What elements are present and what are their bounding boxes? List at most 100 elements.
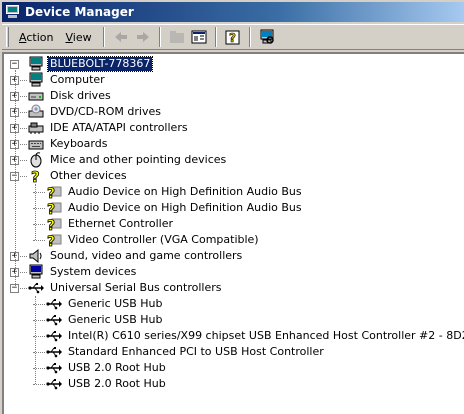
tree-item-label: Universal Serial Bus controllers xyxy=(50,281,222,294)
tree-item-label: System devices xyxy=(50,265,137,278)
tree-device[interactable]: USB 2.0 Root Hub xyxy=(46,376,168,392)
collapse-toggle[interactable]: − xyxy=(10,60,19,69)
computer-icon xyxy=(28,72,44,88)
svg-text:?: ? xyxy=(31,168,40,184)
tree-item-label: USB 2.0 Root Hub xyxy=(68,377,166,390)
svg-text:?: ? xyxy=(47,202,55,216)
tree-item-label: BLUEBOLT-778367 xyxy=(46,56,154,72)
tree-connector xyxy=(35,296,36,384)
computer-icon xyxy=(28,56,44,72)
tree-category[interactable]: IDE ATA/ATAPI controllers xyxy=(28,120,190,136)
svg-text:?: ? xyxy=(47,186,55,200)
window-title: Device Manager xyxy=(25,5,134,19)
tree-device[interactable]: ? Audio Device on High Definition Audio B… xyxy=(46,184,304,202)
tree-item-label: Computer xyxy=(50,73,105,86)
ide-controller-icon xyxy=(28,120,44,136)
usb-icon xyxy=(46,328,62,344)
device-tree-panel: − BLUEBOLT-778367 + Computer + Disk drives + DV… xyxy=(2,52,464,414)
tree-category[interactable]: Sound, video and game controllers xyxy=(28,248,244,264)
tree-item-label: Other devices xyxy=(50,169,127,182)
usb-icon xyxy=(46,296,62,312)
disk-drive-icon xyxy=(28,88,44,104)
cdrom-icon xyxy=(28,104,44,120)
toolbar-grip[interactable] xyxy=(6,27,9,47)
usb-icon xyxy=(46,376,62,392)
tree-item-label: Standard Enhanced PCI to USB Host Contro… xyxy=(68,345,324,358)
toolbar-separator xyxy=(214,27,217,47)
tree-category[interactable]: Disk drives xyxy=(28,88,113,104)
forward-button[interactable] xyxy=(132,27,154,47)
unknown-device-icon: ? xyxy=(46,232,62,250)
up-icon xyxy=(169,31,184,43)
tree-device[interactable]: Intel(R) C610 series/X99 chipset USB Enh… xyxy=(46,328,464,344)
menu-action[interactable]: Action xyxy=(13,29,59,46)
title-bar[interactable]: Device Manager xyxy=(2,2,464,22)
tree-item-label: Generic USB Hub xyxy=(68,297,163,310)
system-device-icon xyxy=(28,264,44,280)
tree-item-label: Sound, video and game controllers xyxy=(50,249,243,262)
tree-category[interactable]: Mice and other pointing devices xyxy=(28,152,228,168)
scan-hardware-icon xyxy=(260,29,274,44)
forward-icon xyxy=(136,32,149,42)
tree-item-label: Audio Device on High Definition Audio Bu… xyxy=(68,185,302,198)
tree-item-label: Generic USB Hub xyxy=(68,313,163,326)
up-button[interactable] xyxy=(166,27,188,47)
tree-category[interactable]: System devices xyxy=(28,264,138,280)
svg-text:?: ? xyxy=(47,234,55,248)
toolbar-separator xyxy=(158,27,161,47)
tree-category[interactable]: Computer xyxy=(28,72,107,88)
tree-item-label: IDE ATA/ATAPI controllers xyxy=(50,121,188,134)
tree-device[interactable]: Generic USB Hub xyxy=(46,296,164,312)
tree-category[interactable]: Universal Serial Bus controllers xyxy=(28,280,223,296)
usb-icon xyxy=(46,344,62,360)
menu-view[interactable]: View xyxy=(59,29,97,46)
tree-category[interactable]: Keyboards xyxy=(28,136,109,152)
tree-connector xyxy=(33,240,45,241)
back-button[interactable] xyxy=(110,27,132,47)
properties-icon xyxy=(191,30,207,44)
tree-device[interactable]: ? Audio Device on High Definition Audio B… xyxy=(46,200,304,218)
toolbar-separator xyxy=(102,27,105,47)
tree-category[interactable]: DVD/CD-ROM drives xyxy=(28,104,163,120)
scan-hardware-button[interactable] xyxy=(256,27,278,47)
device-tree[interactable]: − BLUEBOLT-778367 + Computer + Disk drives + DV… xyxy=(4,54,464,414)
unknown-device-icon: ? xyxy=(46,184,62,202)
tree-item-label: Mice and other pointing devices xyxy=(50,153,227,166)
keyboard-icon xyxy=(28,136,44,152)
properties-button[interactable] xyxy=(188,27,210,47)
tree-device[interactable]: Standard Enhanced PCI to USB Host Contro… xyxy=(46,344,326,360)
usb-icon xyxy=(46,360,62,376)
toolbar: Action View ? xyxy=(2,24,464,50)
tree-item-label: DVD/CD-ROM drives xyxy=(50,105,161,118)
usb-icon xyxy=(46,312,62,328)
tree-device[interactable]: ? Ethernet Controller xyxy=(46,216,175,234)
tree-root[interactable]: BLUEBOLT-778367 xyxy=(28,56,154,72)
mouse-icon xyxy=(28,152,44,168)
tree-connector xyxy=(15,70,16,288)
tree-device[interactable]: USB 2.0 Root Hub xyxy=(46,360,168,376)
device-manager-icon xyxy=(5,5,21,19)
tree-category[interactable]: ? Other devices xyxy=(28,168,129,187)
question-icon: ? xyxy=(28,168,44,187)
tree-item-label: Intel(R) C610 series/X99 chipset USB Enh… xyxy=(68,329,464,342)
help-button[interactable]: ? xyxy=(222,27,244,47)
svg-text:?: ? xyxy=(229,31,236,45)
tree-item-label: Keyboards xyxy=(50,137,108,150)
tree-connector xyxy=(35,184,36,240)
tree-item-label: Video Controller (VGA Compatible) xyxy=(68,233,259,246)
tree-item-label: Disk drives xyxy=(50,89,111,102)
tree-device[interactable]: ? Video Controller (VGA Compatible) xyxy=(46,232,261,250)
toolbar-separator xyxy=(248,27,251,47)
usb-icon xyxy=(28,280,44,296)
tree-device[interactable]: Generic USB Hub xyxy=(46,312,164,328)
unknown-device-icon: ? xyxy=(46,200,62,218)
svg-text:?: ? xyxy=(47,218,55,232)
back-icon xyxy=(114,32,127,42)
tree-item-label: Ethernet Controller xyxy=(68,217,173,230)
help-icon: ? xyxy=(225,30,240,45)
unknown-device-icon: ? xyxy=(46,216,62,234)
tree-connector xyxy=(33,384,45,385)
device-manager-window: Device Manager Action View ? − BLUEBOLT-7… xyxy=(0,0,464,414)
tree-item-label: Audio Device on High Definition Audio Bu… xyxy=(68,201,302,214)
speaker-icon xyxy=(28,248,44,264)
